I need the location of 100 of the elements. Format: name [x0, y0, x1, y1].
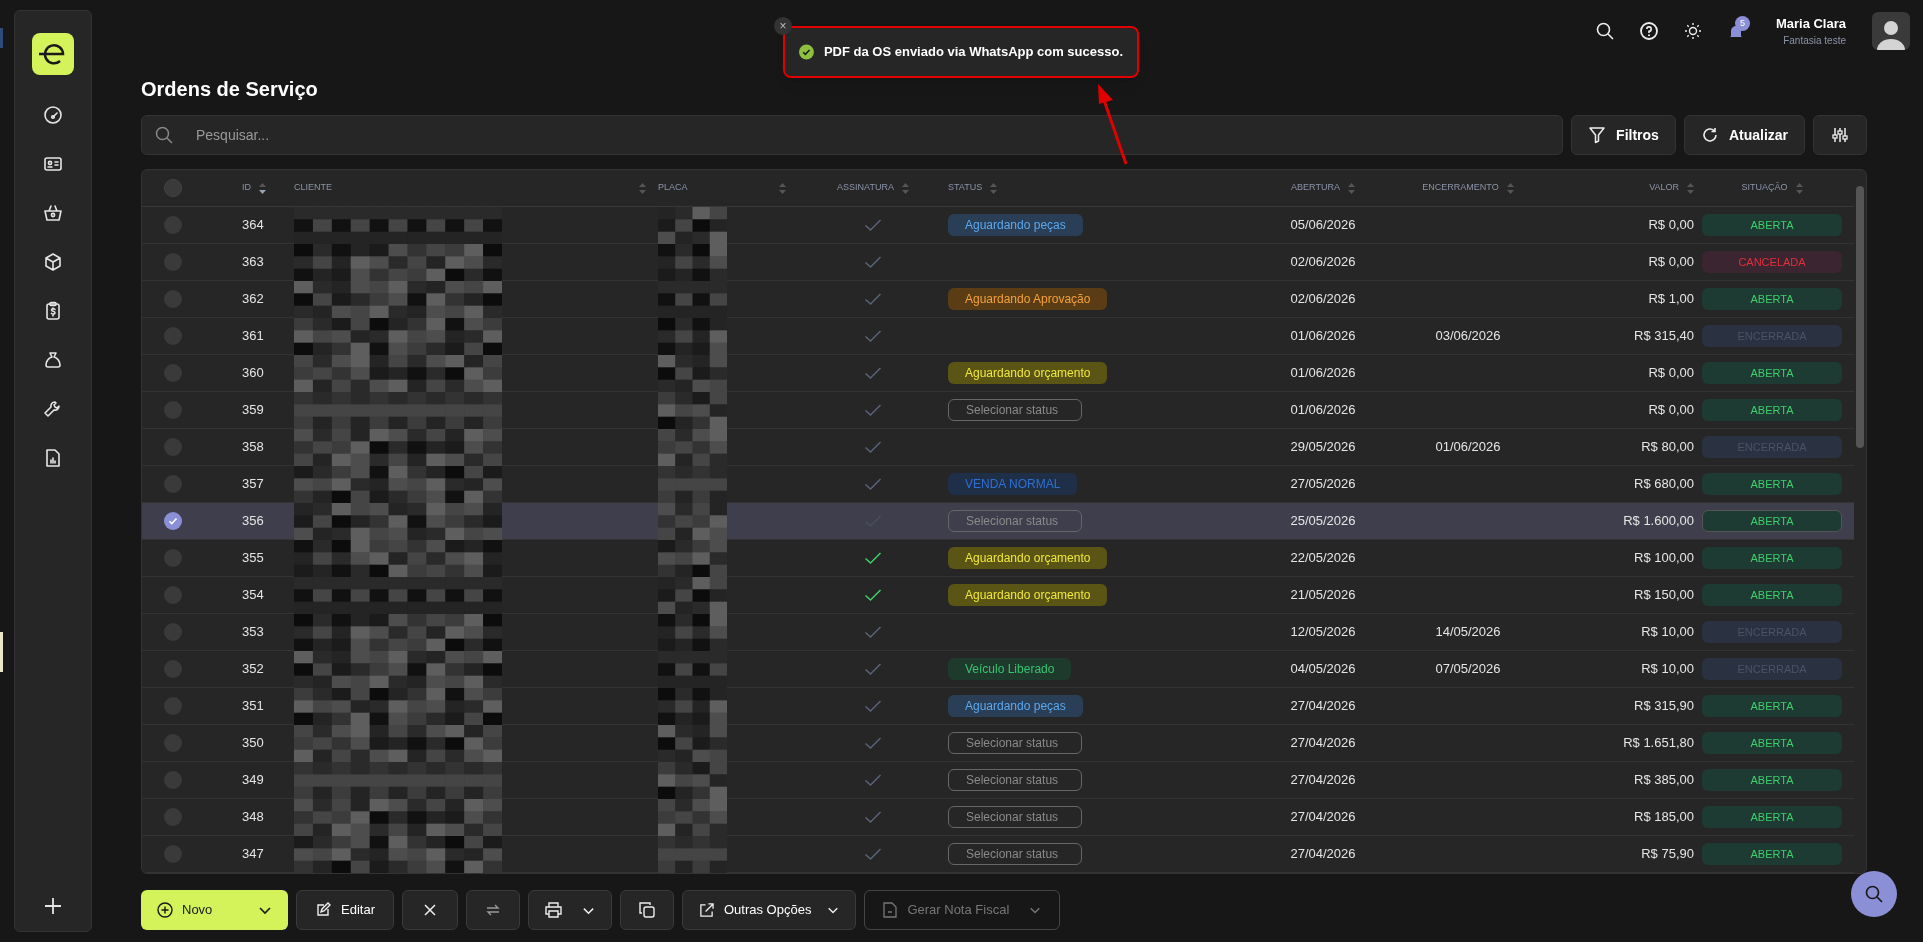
new-button[interactable]: Novo [141, 890, 288, 930]
amount-cell-text: R$ 0,00 [1648, 401, 1694, 420]
sliders-icon [1831, 126, 1849, 144]
table-row[interactable]: 359 Selecionar status 01/06/2026 R$ 0,00 ABERTA [142, 392, 1854, 429]
table-row[interactable]: 348 Selecionar status 27/04/2026 R$ 185,00 ABERTA [142, 799, 1854, 836]
id-cell-text: 364 [242, 216, 264, 235]
report-icon[interactable] [43, 448, 63, 468]
print-button[interactable] [527, 890, 612, 930]
status-tag[interactable]: Aguardando Aprovação [948, 288, 1108, 310]
column-header[interactable]: SITUAÇÃO [1741, 181, 1788, 195]
situation-tag: ABERTA [1702, 510, 1842, 532]
situation-tag: ABERTA [1702, 362, 1842, 384]
refresh-button[interactable]: Atualizar [1683, 115, 1805, 155]
column-header[interactable]: ENCERRAMENTO [1422, 181, 1499, 195]
amount-cell-text: R$ 385,00 [1634, 771, 1694, 790]
amount-cell-text: R$ 10,00 [1641, 660, 1694, 679]
table-row[interactable]: 357 VENDA NORMAL 27/05/2026 R$ 680,00 ABERTA [142, 466, 1854, 503]
search-icon[interactable] [1595, 22, 1614, 40]
table-row[interactable]: 350 Selecionar status 27/04/2026 R$ 1.651,80 ABERTA [142, 725, 1854, 762]
table-row[interactable]: 355 Aguardando orçamento 22/05/2026 R$ 100,00 ABERTA [142, 540, 1854, 577]
transfer-button[interactable] [465, 890, 520, 930]
clipboard-dollar-icon[interactable] [43, 301, 63, 321]
sort-icon[interactable] [259, 182, 266, 194]
date-cell-text: 01/06/2026 [1290, 401, 1356, 420]
more-options-button[interactable]: Outras Opções [681, 890, 857, 930]
status-tag[interactable]: Selecionar status [948, 769, 1082, 791]
pencil-icon [315, 902, 331, 918]
pixelated-block [658, 724, 727, 762]
wrench-icon[interactable] [43, 399, 63, 419]
scrollbar-thumb[interactable] [1856, 186, 1864, 448]
id-cell-text: 350 [242, 734, 264, 753]
edit-button[interactable]: Editar [296, 890, 394, 930]
search-field[interactable]: Pesquisar... [141, 115, 1564, 155]
document-icon [883, 902, 898, 918]
refresh-icon [1700, 126, 1719, 144]
select-all-checkbox[interactable] [164, 179, 182, 197]
status-tag[interactable]: Selecionar status [948, 843, 1082, 865]
status-tag[interactable]: Aguardando orçamento [948, 362, 1108, 384]
user-avatar[interactable] [1872, 12, 1910, 50]
add-icon[interactable] [44, 897, 62, 915]
basket-icon[interactable] [43, 203, 63, 223]
column-header[interactable]: ABERTURA [1291, 181, 1340, 195]
row-checkbox[interactable] [164, 512, 182, 530]
column-header[interactable]: ASSINATURA [837, 181, 894, 195]
table-row[interactable]: 351 Aguardando peças 27/04/2026 R$ 315,90 ABERTA [142, 688, 1854, 725]
situation-tag: ABERTA [1702, 288, 1842, 310]
pixelated-block [658, 761, 727, 799]
amount-cell-text: R$ 150,00 [1634, 586, 1694, 605]
id-cell-text: 358 [242, 438, 264, 457]
status-tag[interactable]: Selecionar status [948, 732, 1082, 754]
search-fab[interactable] [1851, 871, 1897, 917]
status-tag[interactable]: Aguardando peças [948, 214, 1083, 236]
table-row[interactable]: 349 Selecionar status 27/04/2026 R$ 385,00 ABERTA [142, 762, 1854, 799]
status-tag[interactable]: Selecionar status [948, 806, 1082, 828]
id-card-icon[interactable] [43, 154, 63, 174]
filters-button[interactable]: Filtros [1571, 115, 1676, 155]
amount-cell-text: R$ 315,90 [1634, 697, 1694, 716]
money-bag-icon[interactable] [43, 350, 63, 370]
gauge-icon[interactable] [43, 105, 63, 125]
id-cell-text: 362 [242, 290, 264, 309]
table-row[interactable]: 356 Selecionar status 25/05/2026 R$ 1.600,00 ABERTA [142, 503, 1854, 540]
table-row[interactable]: 364 Aguardando peças 05/06/2026 R$ 0,00 ABERTA [142, 207, 1854, 244]
situation-tag: ABERTA [1702, 584, 1842, 606]
table-row[interactable]: 362 Aguardando Aprovação 02/06/2026 R$ 1,00 ABERTA [142, 281, 1854, 318]
pixelated-block [658, 576, 727, 614]
status-tag[interactable]: Aguardando orçamento [948, 547, 1108, 569]
column-header[interactable]: VALOR [1649, 181, 1679, 195]
id-cell-text: 348 [242, 808, 264, 827]
column-header[interactable]: PLACA [658, 181, 688, 195]
status-tag[interactable]: Selecionar status [948, 399, 1082, 421]
duplicate-button[interactable] [619, 890, 674, 930]
table-row[interactable]: 360 Aguardando orçamento 01/06/2026 R$ 0,00 ABERTA [142, 355, 1854, 392]
id-cell-text: 356 [242, 512, 264, 531]
brightness-icon[interactable] [1683, 22, 1702, 40]
status-tag[interactable]: Aguardando orçamento [948, 584, 1108, 606]
table-row[interactable]: 354 Aguardando orçamento 21/05/2026 R$ 150,00 ABERTA [142, 577, 1854, 614]
settings-button[interactable] [1813, 115, 1867, 155]
date-cell-text: 02/06/2026 [1290, 253, 1356, 272]
box-icon[interactable] [43, 252, 63, 272]
cancel-button[interactable] [401, 890, 458, 930]
status-tag[interactable]: Veículo Liberado [948, 658, 1072, 680]
id-cell-text: 361 [242, 327, 264, 346]
column-header[interactable]: ID [242, 181, 251, 195]
column-header[interactable]: STATUS [948, 181, 983, 195]
column-header[interactable]: CLIENTE [294, 181, 332, 195]
id-cell-text: 347 [242, 845, 264, 864]
table-row[interactable]: 363 02/06/2026 R$ 0,00 CANCELADA [142, 244, 1854, 281]
pixelated-block [658, 613, 727, 651]
status-tag[interactable]: Aguardando peças [948, 695, 1083, 717]
date-cell-text: 02/06/2026 [1290, 290, 1356, 309]
table-row[interactable]: 347 Selecionar status 27/04/2026 R$ 75,90 ABERTA [142, 836, 1854, 873]
id-cell-text: 357 [242, 475, 264, 494]
pixelated-block [658, 391, 727, 429]
date-cell-text: 27/04/2026 [1290, 697, 1356, 716]
date-cell-text: 29/05/2026 [1290, 438, 1356, 457]
toast-close-button[interactable]: × [774, 17, 792, 35]
date-cell-text: 27/04/2026 [1290, 734, 1356, 753]
help-icon[interactable] [1639, 22, 1658, 40]
external-link-icon [698, 902, 714, 918]
app-logo[interactable] [32, 33, 74, 75]
